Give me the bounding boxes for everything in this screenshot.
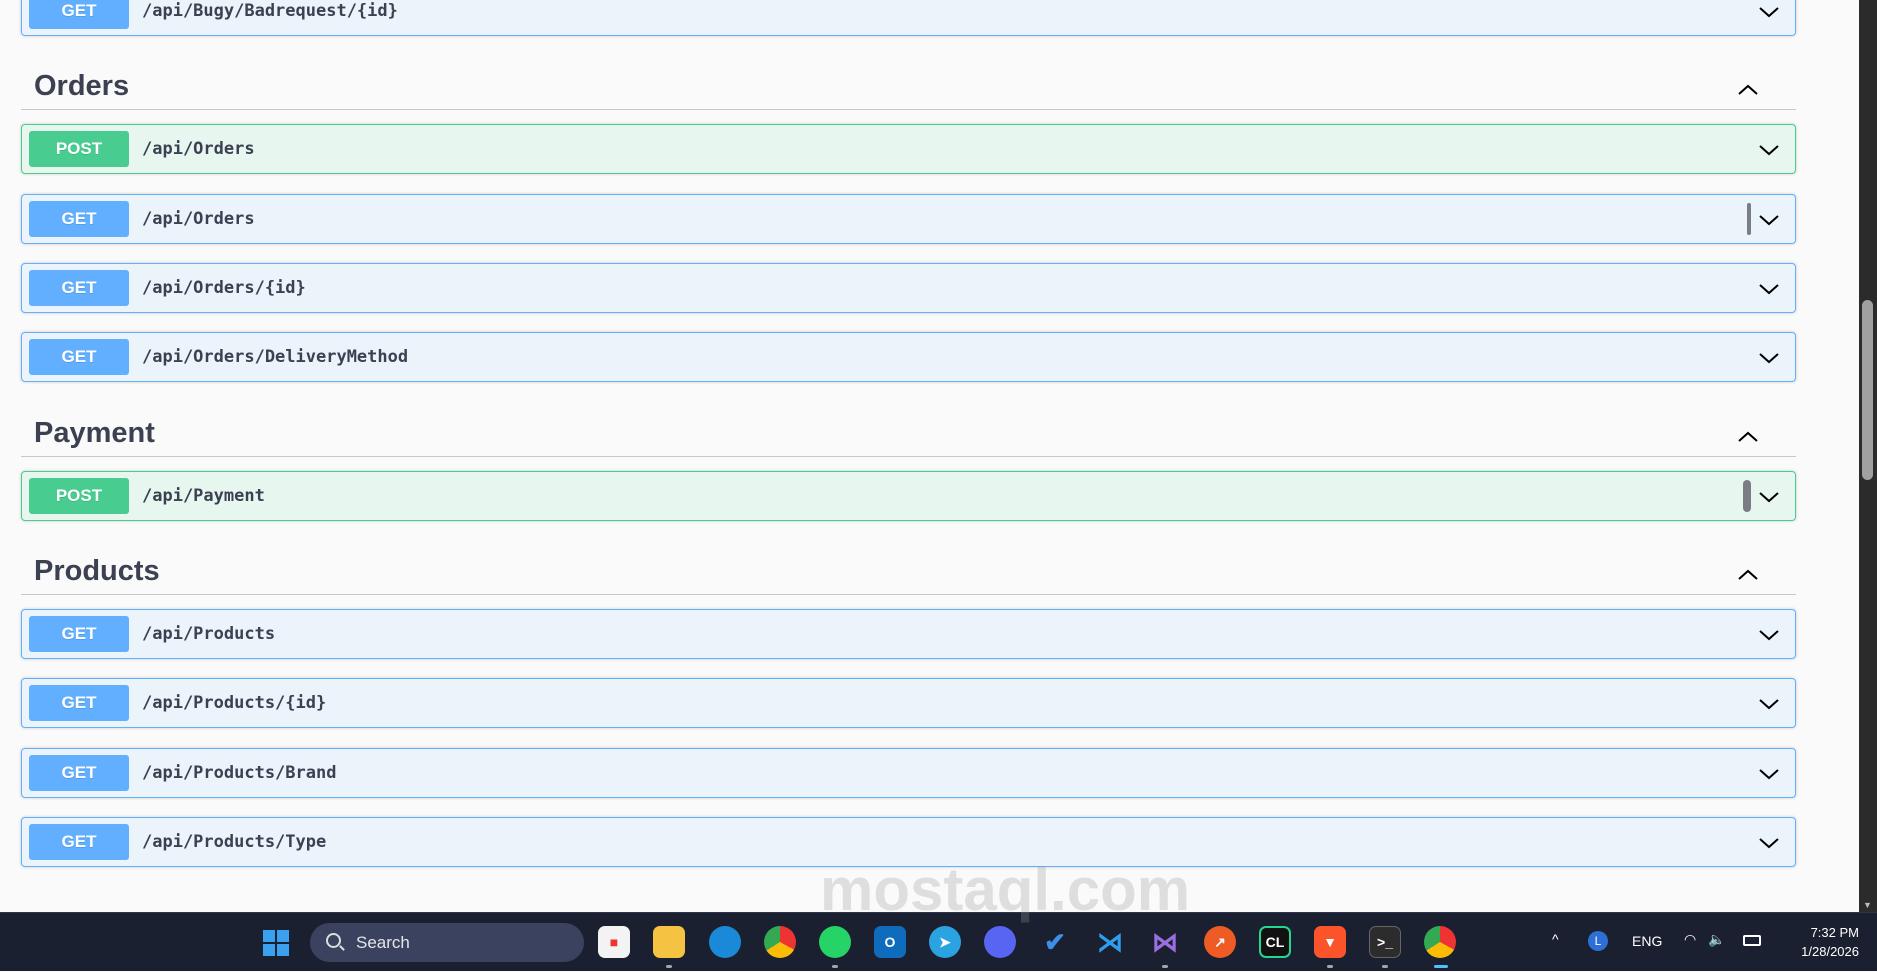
operation-path: /api/Bugy/Badrequest/{id} (142, 1, 398, 21)
clion-icon[interactable]: CL (1259, 926, 1291, 958)
postman-icon[interactable]: ↗ (1204, 926, 1236, 958)
running-indicator (1162, 965, 1168, 968)
running-indicator (666, 965, 672, 968)
operation-path: /api/Products (142, 624, 276, 644)
chevron-down-icon[interactable] (1757, 208, 1781, 232)
scroll-down-arrow-icon[interactable]: ▼ (1863, 900, 1872, 910)
visual-studio-icon[interactable]: ⋈ (1149, 926, 1181, 958)
terminal-icon[interactable]: >_ (1369, 926, 1401, 958)
operation-get-product-brands[interactable]: GET /api/Products/Brand (21, 748, 1796, 798)
chevron-down-icon[interactable] (1757, 623, 1781, 647)
chevron-down-icon[interactable] (1757, 762, 1781, 786)
language-indicator[interactable]: ENG (1632, 933, 1662, 949)
windows-taskbar: Search ■ O ➤ ✔ ⋊ ⋈ ↗ CL ▼ >_ ^ L ENG ◠ 🔈… (0, 912, 1877, 971)
operation-get-product-by-id[interactable]: GET /api/Products/{id} (21, 678, 1796, 728)
swagger-page: GET /api/Bugy/Badrequest/{id} Orders POS… (0, 0, 1859, 912)
running-indicator (832, 965, 838, 968)
method-badge: POST (29, 478, 129, 514)
discord-icon[interactable] (984, 926, 1016, 958)
chevron-down-icon[interactable] (1757, 138, 1781, 162)
operation-post-orders[interactable]: POST /api/Orders (21, 124, 1796, 174)
clock[interactable]: 7:32 PM 1/28/2026 (1801, 923, 1859, 961)
volume-icon[interactable]: 🔈 (1708, 931, 1725, 948)
tag-title: Products (34, 555, 160, 587)
vscode-icon[interactable]: ⋊ (1094, 926, 1126, 958)
operation-get-products[interactable]: GET /api/Products (21, 609, 1796, 659)
operation-path: /api/Payment (142, 486, 265, 506)
operation-path: /api/Orders/{id} (142, 278, 306, 298)
todo-icon[interactable]: ✔ (1039, 926, 1071, 958)
tag-header-orders[interactable]: Orders (21, 70, 1796, 110)
chevron-up-icon[interactable] (1736, 78, 1760, 102)
outlook-icon[interactable]: O (874, 926, 906, 958)
operation-path: /api/Orders (142, 139, 255, 159)
page-scrollbar[interactable]: ▼ (1859, 0, 1877, 912)
date: 1/28/2026 (1801, 944, 1859, 959)
search-placeholder: Search (356, 932, 410, 952)
tag-title: Payment (34, 417, 155, 449)
active-indicator (1434, 965, 1448, 968)
clock-app-icon[interactable]: L (1588, 931, 1608, 951)
method-badge: GET (29, 616, 129, 652)
operation-post-payment[interactable]: POST /api/Payment (21, 471, 1796, 521)
chevron-down-icon[interactable] (1757, 346, 1781, 370)
operation-get-orders[interactable]: GET /api/Orders (21, 194, 1796, 244)
operation-path: /api/Orders (142, 209, 255, 229)
drag-handle[interactable] (1743, 480, 1751, 512)
tag-header-payment[interactable]: Payment (21, 417, 1796, 457)
tag-title: Orders (34, 70, 130, 102)
microsoft-store-icon[interactable]: ■ (598, 926, 630, 958)
battery-icon[interactable] (1743, 935, 1761, 946)
chrome-icon[interactable] (764, 926, 796, 958)
edge-icon[interactable] (709, 926, 741, 958)
chrome-active-icon[interactable] (1424, 926, 1456, 958)
chevron-down-icon[interactable] (1757, 0, 1781, 24)
taskbar-search[interactable]: Search (310, 923, 584, 962)
running-indicator (1327, 965, 1333, 968)
whatsapp-icon[interactable] (819, 926, 851, 958)
chevron-up-icon[interactable]: ^ (1552, 931, 1559, 947)
windows-start-icon[interactable] (263, 930, 289, 956)
operation-get-bugy-badrequest[interactable]: GET /api/Bugy/Badrequest/{id} (21, 0, 1796, 36)
chevron-up-icon[interactable] (1736, 563, 1760, 587)
operation-get-delivery-method[interactable]: GET /api/Orders/DeliveryMethod (21, 332, 1796, 382)
operation-get-order-by-id[interactable]: GET /api/Orders/{id} (21, 263, 1796, 313)
method-badge: GET (29, 685, 129, 721)
chevron-down-icon[interactable] (1757, 831, 1781, 855)
search-icon (326, 933, 341, 948)
method-badge: GET (29, 201, 129, 237)
brave-icon[interactable]: ▼ (1314, 926, 1346, 958)
operation-path: /api/Products/{id} (142, 693, 327, 713)
operation-path: /api/Products/Type (142, 832, 327, 852)
running-indicator (1382, 965, 1388, 968)
file-explorer-icon[interactable] (653, 926, 685, 958)
drag-handle[interactable] (1747, 203, 1751, 235)
chevron-down-icon[interactable] (1757, 692, 1781, 716)
method-badge: GET (29, 755, 129, 791)
chevron-down-icon[interactable] (1757, 277, 1781, 301)
operation-get-product-types[interactable]: GET /api/Products/Type (21, 817, 1796, 867)
scrollbar-thumb[interactable] (1862, 300, 1873, 480)
method-badge: GET (29, 270, 129, 306)
wifi-icon[interactable]: ◠ (1684, 931, 1696, 948)
operation-path: /api/Products/Brand (142, 763, 337, 783)
method-badge: GET (29, 824, 129, 860)
chevron-up-icon[interactable] (1736, 425, 1760, 449)
chevron-down-icon[interactable] (1757, 485, 1781, 509)
tag-header-products[interactable]: Products (21, 555, 1796, 595)
time: 7:32 PM (1810, 925, 1859, 940)
telegram-icon[interactable]: ➤ (929, 926, 961, 958)
method-badge: POST (29, 131, 129, 167)
method-badge: GET (29, 0, 129, 29)
method-badge: GET (29, 339, 129, 375)
operation-path: /api/Orders/DeliveryMethod (142, 347, 409, 367)
